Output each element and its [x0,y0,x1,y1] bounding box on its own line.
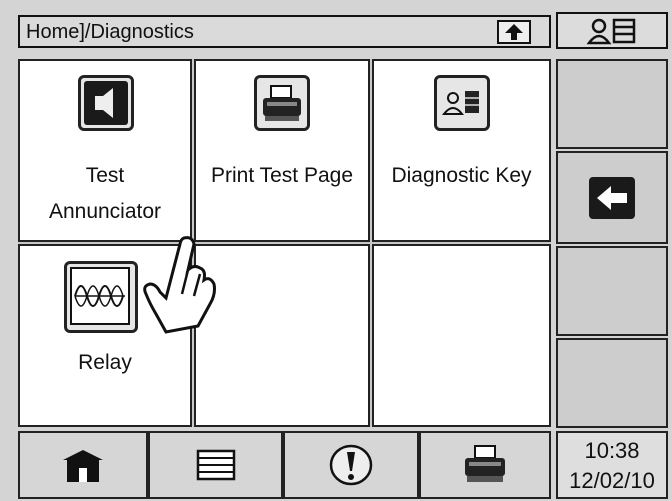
back-arrow-icon [589,176,635,219]
clock-display: 10:38 12/02/10 [556,431,668,499]
empty-cell [194,244,370,427]
alert-icon [329,444,373,486]
printer-icon [465,445,505,482]
list-icon [196,449,235,481]
user-list-icon [586,18,636,44]
home-icon [63,450,103,482]
up-arrow-icon [505,24,523,40]
sidebar-slot-3 [556,246,668,336]
speaker-icon [78,75,134,131]
relay-waveform-icon [64,261,138,333]
test-annunciator-label-line1: Test [85,164,125,187]
diagnostic-key-label: Diagnostic Key [391,164,532,187]
print-button[interactable] [419,431,551,499]
list-button[interactable] [148,431,283,499]
empty-cell [372,244,551,427]
alert-button[interactable] [283,431,419,499]
user-menu-button[interactable] [556,12,668,49]
time-text: 10:38 [584,438,640,463]
breadcrumb: Home]/Diagnostics [26,21,194,43]
relay-label: Relay [78,351,132,374]
title-bar: Home]/Diagnostics [18,15,551,48]
sidebar-slot-4 [556,338,668,428]
printer-icon [254,75,310,131]
sidebar-slot-1 [556,59,668,149]
home-button[interactable] [18,431,148,499]
user-key-icon [434,75,490,131]
print-test-page-label: Print Test Page [210,164,354,187]
print-test-page-button[interactable]: Print Test Page [194,59,370,242]
back-button[interactable] [556,151,668,244]
test-annunciator-button[interactable]: Test Annunciator [18,59,192,242]
pointing-hand-icon [143,236,216,334]
diagnostics-menu-grid: Test Annunciator Print Test Page Diagnos… [18,59,551,427]
test-annunciator-label-line2: Annunciator [48,200,162,223]
date-text: 12/02/10 [569,468,655,493]
up-button[interactable] [497,20,531,44]
diagnostics-screen: Home]/Diagnostics Test Annunciator Print… [0,0,672,501]
diagnostic-key-button[interactable]: Diagnostic Key [372,59,551,242]
